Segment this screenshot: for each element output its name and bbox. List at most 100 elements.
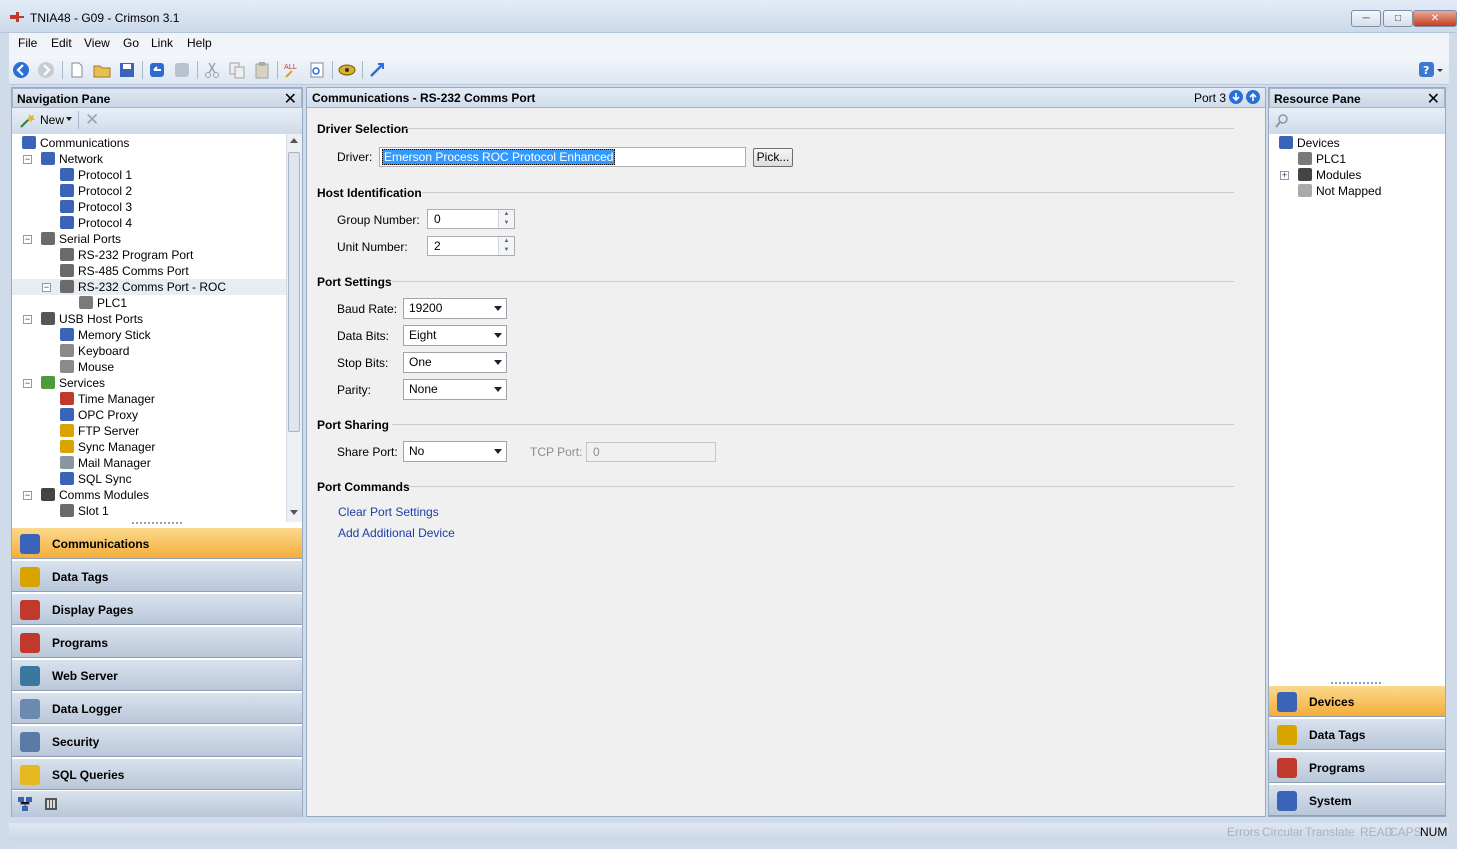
tree-item[interactable]: Protocol 1 (60, 167, 132, 183)
undo-icon[interactable] (148, 61, 166, 79)
menu-file[interactable]: File (18, 36, 37, 50)
tree-item[interactable]: Protocol 3 (60, 199, 132, 215)
nav-button-display-pages[interactable]: Display Pages (12, 593, 302, 625)
minimize-button[interactable]: ─ (1351, 10, 1381, 27)
nav-button-devices[interactable]: Devices (1269, 685, 1445, 717)
close-icon[interactable]: ✕ (1427, 89, 1440, 109)
tree-item[interactable]: Comms Modules (41, 487, 149, 503)
tree-item[interactable]: Protocol 4 (60, 215, 132, 231)
close-window-button[interactable]: ✕ (1413, 10, 1457, 27)
scrollbar-thumb[interactable] (288, 152, 300, 432)
nav-button-data-tags[interactable]: Data Tags (12, 560, 302, 592)
delete-icon[interactable]: ✕ (85, 110, 99, 130)
nav-button-data-tags[interactable]: Data Tags (1269, 718, 1445, 750)
maximize-button[interactable]: □ (1383, 10, 1413, 27)
collapse-icon[interactable]: − (23, 491, 32, 500)
menu-go[interactable]: Go (123, 36, 139, 50)
spinner-icon[interactable]: ▲ ▼ (498, 210, 514, 228)
tree-item[interactable]: Memory Stick (60, 327, 151, 343)
new-file-icon[interactable] (68, 61, 86, 79)
nav-button-web-server[interactable]: Web Server (12, 659, 302, 691)
status-bar: Errors Circular Translate READ CAPS NUM (9, 823, 1449, 841)
find-icon[interactable] (308, 61, 326, 79)
tree-item[interactable]: FTP Server (60, 423, 139, 439)
nav-button-programs[interactable]: Programs (1269, 751, 1445, 783)
nav-button-sql-queries[interactable]: SQL Queries (12, 758, 302, 790)
group-number-field[interactable]: 0 ▲ ▼ (427, 209, 515, 229)
tree-item[interactable]: RS-232 Program Port (60, 247, 193, 263)
resource-toolbar (1269, 108, 1445, 134)
collapse-icon[interactable]: − (42, 283, 51, 292)
menu-help[interactable]: Help (187, 36, 212, 50)
menu-edit[interactable]: Edit (51, 36, 72, 50)
tree-item[interactable]: RS-485 Comms Port (60, 263, 189, 279)
window-title: TNIA48 - G09 - Crimson 3.1 (30, 11, 180, 25)
arrow-down-circle-icon[interactable] (1229, 90, 1243, 104)
redo-icon[interactable] (173, 61, 191, 79)
tree-item[interactable]: Sync Manager (60, 439, 155, 455)
expand-icon[interactable]: + (1280, 171, 1289, 180)
tree-item[interactable]: Keyboard (60, 343, 129, 359)
arrow-up-circle-icon[interactable] (1246, 90, 1260, 104)
unit-number-field[interactable]: 2 ▲ ▼ (427, 236, 515, 256)
tree-item[interactable]: PLC1 (1298, 151, 1346, 167)
new-button[interactable]: New (40, 113, 64, 127)
nav-button-security[interactable]: Security (12, 725, 302, 757)
pick-button[interactable]: Pick... (753, 148, 793, 167)
stop-bits-select[interactable]: One (403, 352, 507, 373)
tree-item[interactable]: Slot 1 (60, 503, 109, 519)
paste-icon[interactable] (253, 61, 271, 79)
collapse-icon[interactable]: − (23, 315, 32, 324)
splitter-handle[interactable] (132, 522, 182, 526)
tree-item[interactable]: Mouse (60, 359, 114, 375)
close-icon[interactable]: ✕ (284, 89, 297, 109)
network-icon[interactable] (18, 797, 32, 811)
collapse-icon[interactable]: − (23, 235, 32, 244)
tree-item[interactable]: Modules (1298, 167, 1361, 183)
tree-item[interactable]: USB Host Ports (41, 311, 143, 327)
help-icon[interactable]: ? (1419, 61, 1443, 79)
parity-select[interactable]: None (403, 379, 507, 400)
send-icon[interactable] (368, 61, 386, 79)
tree-item[interactable]: Time Manager (60, 391, 155, 407)
share-port-select[interactable]: No (403, 441, 507, 462)
find-all-icon[interactable]: ALL (283, 61, 301, 79)
open-folder-icon[interactable] (93, 61, 111, 79)
link-device-icon[interactable] (338, 61, 356, 79)
forward-icon[interactable] (37, 61, 55, 79)
menu-link[interactable]: Link (151, 36, 173, 50)
tree-item[interactable]: RS-232 Comms Port - ROC (60, 279, 226, 295)
tree-item[interactable]: Services (41, 375, 105, 391)
data-bits-select[interactable]: Eight (403, 325, 507, 346)
driver-field[interactable]: Emerson Process ROC Protocol Enhanced (379, 147, 746, 167)
tree-item[interactable]: SQL Sync (60, 471, 132, 487)
clear-port-settings-link[interactable]: Clear Port Settings (338, 505, 439, 519)
tree-item[interactable]: Mail Manager (60, 455, 151, 471)
search-icon[interactable] (1274, 113, 1290, 129)
back-icon[interactable] (12, 61, 30, 79)
tree-item[interactable]: Network (41, 151, 103, 167)
tree-item[interactable]: Devices (1279, 135, 1340, 151)
chevron-down-icon[interactable] (66, 117, 72, 121)
tree-item[interactable]: Communications (22, 135, 129, 151)
tree-item[interactable]: PLC1 (79, 295, 127, 311)
tree-item[interactable]: OPC Proxy (60, 407, 138, 423)
copy-icon[interactable] (228, 61, 246, 79)
baud-rate-select[interactable]: 19200 (403, 298, 507, 319)
module-icon[interactable] (44, 797, 58, 811)
nav-button-communications[interactable]: Communications (12, 527, 302, 559)
spinner-icon[interactable]: ▲ ▼ (498, 237, 514, 255)
menu-view[interactable]: View (84, 36, 110, 50)
add-additional-device-link[interactable]: Add Additional Device (338, 526, 455, 540)
tree-item[interactable]: Protocol 2 (60, 183, 132, 199)
cut-icon[interactable] (203, 61, 221, 79)
collapse-icon[interactable]: − (23, 155, 32, 164)
new-item-icon[interactable] (19, 113, 35, 129)
nav-button-data-logger[interactable]: Data Logger (12, 692, 302, 724)
tree-item[interactable]: Not Mapped (1298, 183, 1381, 199)
tree-item[interactable]: Serial Ports (41, 231, 121, 247)
nav-button-programs[interactable]: Programs (12, 626, 302, 658)
nav-button-system[interactable]: System (1269, 784, 1445, 816)
save-icon[interactable] (118, 61, 136, 79)
collapse-icon[interactable]: − (23, 379, 32, 388)
